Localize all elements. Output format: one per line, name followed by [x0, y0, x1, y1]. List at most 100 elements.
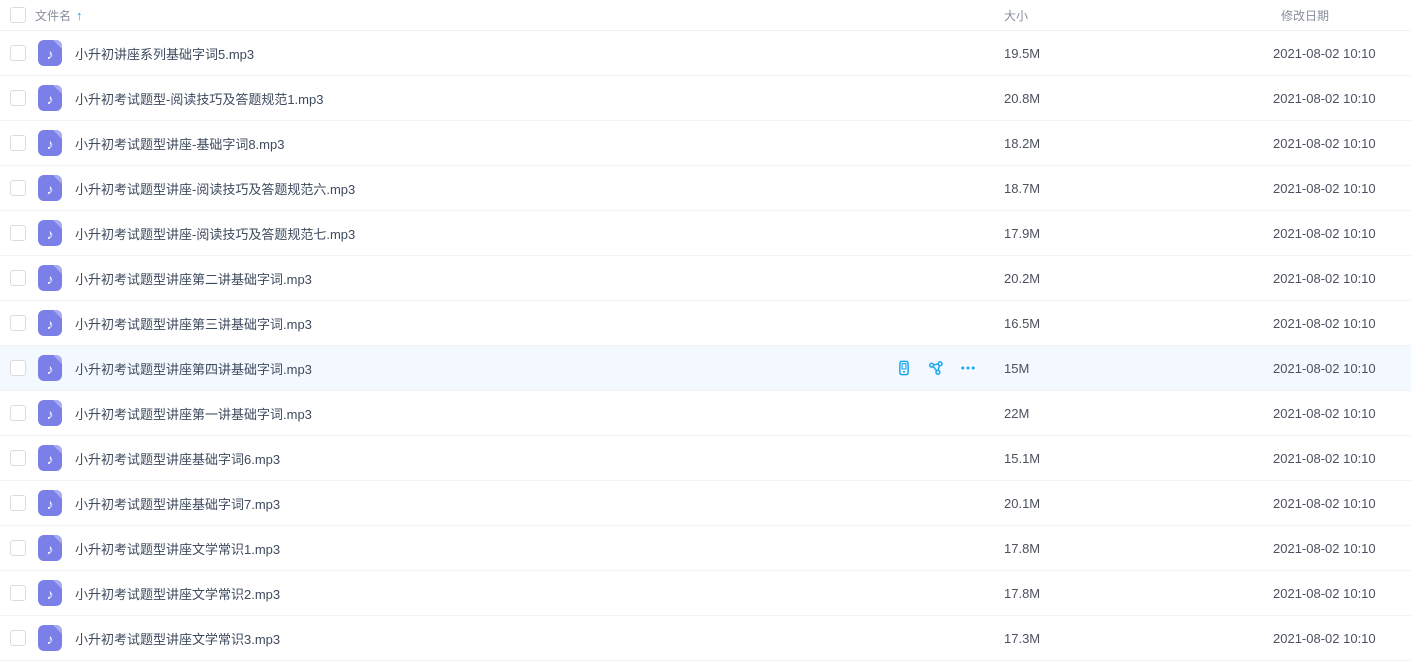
- audio-file-icon: ♪: [38, 625, 62, 651]
- file-name[interactable]: 小升初考试题型讲座-基础字词8.mp3: [75, 134, 1004, 153]
- file-name[interactable]: 小升初考试题型讲座第一讲基础字词.mp3: [75, 404, 1004, 423]
- file-name[interactable]: 小升初讲座系列基础字词5.mp3: [75, 44, 1004, 63]
- audio-file-icon: ♪: [38, 265, 62, 291]
- column-header-filename[interactable]: 文件名: [35, 7, 71, 24]
- file-row[interactable]: ♪ 小升初考试题型讲座-阅读技巧及答题规范六.mp3 18.7M 2021-08…: [0, 166, 1411, 211]
- audio-file-icon: ♪: [38, 310, 62, 336]
- file-row[interactable]: ♪ 小升初考试题型讲座第四讲基础字词.mp3: [0, 346, 1411, 391]
- file-date: 2021-08-02 10:10: [1273, 46, 1411, 61]
- folded-corner: [53, 490, 62, 499]
- more-icon[interactable]: [960, 360, 976, 376]
- row-checkbox[interactable]: [10, 45, 26, 61]
- audio-file-icon: ♪: [38, 490, 62, 516]
- file-date: 2021-08-02 10:10: [1273, 226, 1411, 241]
- share-icon[interactable]: [928, 360, 944, 376]
- file-size: 15.1M: [1004, 451, 1273, 466]
- file-date: 2021-08-02 10:10: [1273, 91, 1411, 106]
- row-actions: [896, 360, 976, 376]
- row-checkbox[interactable]: [10, 495, 26, 511]
- file-row[interactable]: ♪ 小升初考试题型讲座文学常识2.mp3 17.8M 2021-08-02 10…: [0, 571, 1411, 616]
- row-checkbox[interactable]: [10, 90, 26, 106]
- file-row[interactable]: ♪ 小升初考试题型-阅读技巧及答题规范1.mp3 20.8M 2021-08-0…: [0, 76, 1411, 121]
- row-checkbox[interactable]: [10, 315, 26, 331]
- device-icon[interactable]: [896, 360, 912, 376]
- file-name[interactable]: 小升初考试题型-阅读技巧及答题规范1.mp3: [75, 89, 1004, 108]
- audio-file-icon: ♪: [38, 400, 62, 426]
- audio-file-icon: ♪: [38, 535, 62, 561]
- file-name[interactable]: 小升初考试题型讲座文学常识2.mp3: [75, 584, 1004, 603]
- folded-corner: [53, 400, 62, 409]
- folded-corner: [53, 265, 62, 274]
- row-checkbox[interactable]: [10, 540, 26, 556]
- file-name[interactable]: 小升初考试题型讲座文学常识3.mp3: [75, 629, 1004, 648]
- file-name[interactable]: 小升初考试题型讲座-阅读技巧及答题规范七.mp3: [75, 224, 1004, 243]
- file-size: 20.1M: [1004, 496, 1273, 511]
- file-list: ♪ 小升初讲座系列基础字词5.mp3 19.5M 2021-08-02 10:1…: [0, 31, 1411, 661]
- file-row[interactable]: ♪ 小升初考试题型讲座第二讲基础字词.mp3 20.2M 2021-08-02 …: [0, 256, 1411, 301]
- file-row[interactable]: ♪ 小升初考试题型讲座-基础字词8.mp3 18.2M 2021-08-02 1…: [0, 121, 1411, 166]
- table-header: 文件名 ↑ 大小 修改日期: [0, 0, 1411, 31]
- row-checkbox[interactable]: [10, 225, 26, 241]
- row-checkbox[interactable]: [10, 360, 26, 376]
- audio-file-icon: ♪: [38, 445, 62, 471]
- audio-file-icon: ♪: [38, 220, 62, 246]
- row-checkbox[interactable]: [10, 405, 26, 421]
- file-row[interactable]: ♪ 小升初考试题型讲座基础字词6.mp3 15.1M 2021-08-02 10…: [0, 436, 1411, 481]
- file-row[interactable]: ♪ 小升初考试题型讲座第一讲基础字词.mp3 22M 2021-08-02 10…: [0, 391, 1411, 436]
- file-table: 文件名 ↑ 大小 修改日期 ♪ 小升初讲座系列基础字词5.mp3 19.5M 2…: [0, 0, 1411, 661]
- file-row[interactable]: ♪ 小升初考试题型讲座文学常识3.mp3 17.3M 2021-08-02 10…: [0, 616, 1411, 661]
- row-checkbox[interactable]: [10, 630, 26, 646]
- folded-corner: [53, 175, 62, 184]
- file-name[interactable]: 小升初考试题型讲座第二讲基础字词.mp3: [75, 269, 1004, 288]
- folded-corner: [53, 85, 62, 94]
- file-row[interactable]: ♪ 小升初考试题型讲座基础字词7.mp3 20.1M 2021-08-02 10…: [0, 481, 1411, 526]
- file-size: 20.2M: [1004, 271, 1273, 286]
- file-name[interactable]: 小升初考试题型讲座第四讲基础字词.mp3: [75, 359, 896, 378]
- folded-corner: [53, 130, 62, 139]
- file-size: 17.3M: [1004, 631, 1273, 646]
- folded-corner: [53, 445, 62, 454]
- file-date: 2021-08-02 10:10: [1273, 271, 1411, 286]
- file-row[interactable]: ♪ 小升初考试题型讲座文学常识1.mp3 17.8M 2021-08-02 10…: [0, 526, 1411, 571]
- row-checkbox[interactable]: [10, 135, 26, 151]
- file-size: 17.8M: [1004, 586, 1273, 601]
- file-size: 22M: [1004, 406, 1273, 421]
- file-date: 2021-08-02 10:10: [1273, 136, 1411, 151]
- file-name[interactable]: 小升初考试题型讲座基础字词7.mp3: [75, 494, 1004, 513]
- audio-file-icon: ♪: [38, 130, 62, 156]
- file-size: 20.8M: [1004, 91, 1273, 106]
- column-header-size[interactable]: 大小: [1004, 7, 1273, 24]
- row-checkbox[interactable]: [10, 180, 26, 196]
- column-header-date[interactable]: 修改日期: [1273, 7, 1411, 24]
- audio-file-icon: ♪: [38, 175, 62, 201]
- audio-file-icon: ♪: [38, 85, 62, 111]
- folded-corner: [53, 535, 62, 544]
- file-size: 17.9M: [1004, 226, 1273, 241]
- file-name[interactable]: 小升初考试题型讲座基础字词6.mp3: [75, 449, 1004, 468]
- file-date: 2021-08-02 10:10: [1273, 406, 1411, 421]
- file-size: 17.8M: [1004, 541, 1273, 556]
- file-date: 2021-08-02 10:10: [1273, 496, 1411, 511]
- row-checkbox[interactable]: [10, 585, 26, 601]
- row-checkbox[interactable]: [10, 450, 26, 466]
- sort-asc-icon[interactable]: ↑: [76, 8, 83, 23]
- folded-corner: [53, 310, 62, 319]
- file-name[interactable]: 小升初考试题型讲座-阅读技巧及答题规范六.mp3: [75, 179, 1004, 198]
- row-checkbox[interactable]: [10, 270, 26, 286]
- file-size: 19.5M: [1004, 46, 1273, 61]
- folded-corner: [53, 220, 62, 229]
- file-size: 16.5M: [1004, 316, 1273, 331]
- file-row[interactable]: ♪ 小升初讲座系列基础字词5.mp3 19.5M 2021-08-02 10:1…: [0, 31, 1411, 76]
- select-all-checkbox[interactable]: [10, 7, 26, 23]
- audio-file-icon: ♪: [38, 580, 62, 606]
- file-name[interactable]: 小升初考试题型讲座第三讲基础字词.mp3: [75, 314, 1004, 333]
- file-row[interactable]: ♪ 小升初考试题型讲座第三讲基础字词.mp3 16.5M 2021-08-02 …: [0, 301, 1411, 346]
- file-name[interactable]: 小升初考试题型讲座文学常识1.mp3: [75, 539, 1004, 558]
- file-row[interactable]: ♪ 小升初考试题型讲座-阅读技巧及答题规范七.mp3 17.9M 2021-08…: [0, 211, 1411, 256]
- file-size: 18.2M: [1004, 136, 1273, 151]
- file-date: 2021-08-02 10:10: [1273, 361, 1411, 376]
- folded-corner: [53, 625, 62, 634]
- file-date: 2021-08-02 10:10: [1273, 586, 1411, 601]
- file-date: 2021-08-02 10:10: [1273, 541, 1411, 556]
- audio-file-icon: ♪: [38, 355, 62, 381]
